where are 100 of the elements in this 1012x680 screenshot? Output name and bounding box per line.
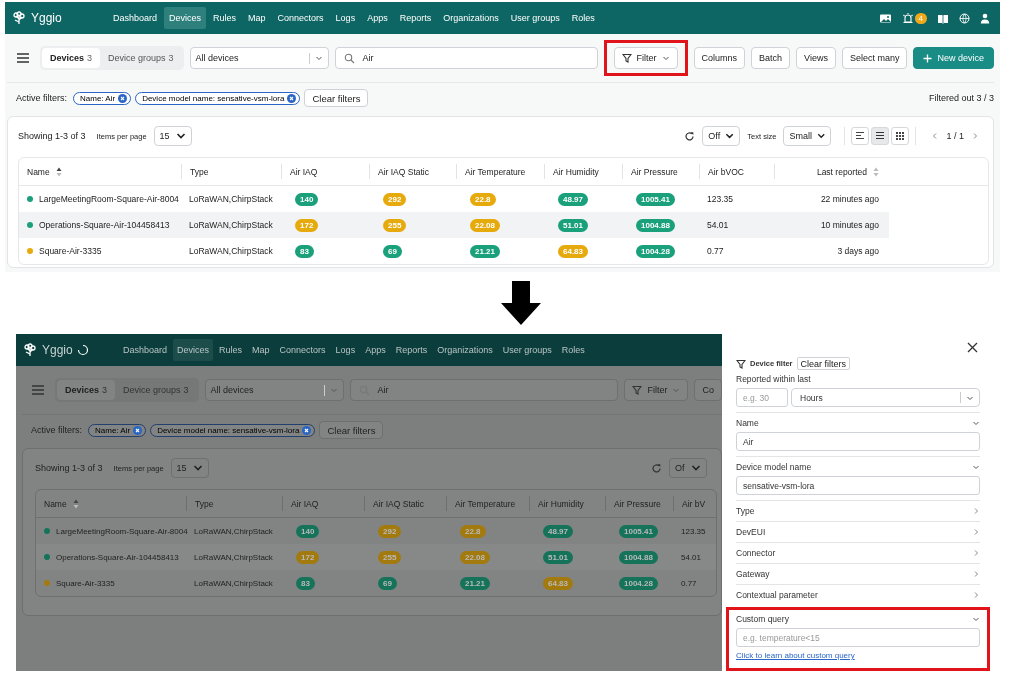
- clear-filters-button[interactable]: Clear filters: [796, 357, 851, 371]
- nav-link[interactable]: Reports: [394, 7, 437, 29]
- table-cell: LargeMeetingRoom-Square-Air-8004: [56, 526, 188, 536]
- nav-link[interactable]: Apps: [362, 7, 393, 29]
- table-row[interactable]: Operations-Square-Air-104458413 LoRaWAN,ChirpStack 172 255 22.08 51.01 1004.88 54.01 10 minutes ago: [19, 212, 889, 238]
- nav-link[interactable]: Dashboard: [119, 339, 172, 361]
- value-badge: 255: [383, 218, 407, 232]
- nav-link[interactable]: Roles: [566, 7, 600, 29]
- toolbar-button[interactable]: Columns: [693, 47, 746, 69]
- items-per-page-select[interactable]: 15: [153, 126, 192, 146]
- nav-link[interactable]: User groups: [498, 339, 556, 361]
- nav-link[interactable]: Organizations: [438, 7, 504, 29]
- items-per-page-select[interactable]: 15: [170, 458, 209, 478]
- table-row[interactable]: LargeMeetingRoom-Square-Air-8004 LoRaWAN,ChirpStack 140 292 22.8 48.97 1005.41 123.35: [36, 518, 716, 544]
- table-cell: 123.35: [707, 194, 733, 204]
- auto-refresh-select[interactable]: Off: [702, 126, 741, 146]
- column-header[interactable]: Air Humidity: [553, 166, 599, 177]
- nav-link[interactable]: Map: [243, 7, 271, 29]
- nav-link[interactable]: Dashboard: [108, 7, 163, 29]
- device-scope-select[interactable]: All devices: [204, 379, 344, 401]
- value-badge: 1005.41: [636, 192, 675, 206]
- table-cell: Operations-Square-Air-104458413: [39, 220, 170, 230]
- help-link[interactable]: Click to learn about custom query: [736, 651, 855, 660]
- column-header[interactable]: Air IAQ: [291, 498, 319, 509]
- value-badge: 292: [378, 524, 402, 538]
- table-row[interactable]: Square-Air-3335 LoRaWAN,ChirpStack 83 69 21.21 64.83 1004.28 0.77: [36, 570, 716, 596]
- field-label: Custom query: [736, 613, 789, 624]
- nav-link[interactable]: Roles: [557, 339, 589, 361]
- column-header[interactable]: Type: [195, 498, 214, 509]
- value-badge: 51.01: [543, 550, 574, 564]
- filter-button[interactable]: Filter: [624, 379, 689, 401]
- nav-link[interactable]: Rules: [208, 7, 242, 29]
- search-field[interactable]: Air: [334, 47, 598, 69]
- field-label: Device model name: [736, 461, 812, 472]
- text-field[interactable]: sensative-vsm-lora: [736, 476, 980, 495]
- filter-chip[interactable]: Device model name: sensative-vsm-lora: [150, 423, 316, 437]
- column-header[interactable]: Name: [44, 498, 67, 509]
- nav-link[interactable]: Connectors: [272, 7, 329, 29]
- field-label: Type: [736, 505, 755, 516]
- table-row[interactable]: LargeMeetingRoom-Square-Air-8004 LoRaWAN,ChirpStack 140 292 22.8 48.97 1005.41 123.35 22 minutes ago: [19, 186, 889, 212]
- value-badge: 64.83: [543, 576, 574, 590]
- device-scope-select[interactable]: All devices: [189, 47, 329, 69]
- column-header[interactable]: Air Temperature: [465, 166, 526, 177]
- auto-refresh-select[interactable]: Of: [669, 458, 707, 478]
- page-indicator: 1 / 1: [946, 131, 964, 141]
- alert-count-badge: 4: [914, 12, 927, 24]
- table-cell: LoRaWAN,ChirpStack: [189, 220, 273, 230]
- table-cell: 0.77: [707, 246, 724, 256]
- text-size-select[interactable]: Small: [783, 126, 832, 146]
- toolbar-button[interactable]: Co: [694, 379, 722, 401]
- unit-select[interactable]: Hours: [791, 388, 980, 407]
- table-cell: Square-Air-3335: [39, 246, 102, 256]
- nav-link[interactable]: Devices: [164, 7, 207, 29]
- view-tab[interactable]: Devices 3: [42, 48, 101, 68]
- nav-link[interactable]: Connectors: [275, 339, 330, 361]
- nav-link[interactable]: Logs: [330, 7, 361, 29]
- table-cell: LoRaWAN,ChirpStack: [189, 246, 273, 256]
- column-header[interactable]: Air IAQ: [290, 166, 318, 177]
- new-device-button[interactable]: New device: [913, 47, 994, 69]
- column-header[interactable]: Air bV: [682, 498, 706, 509]
- value-badge: 1004.88: [636, 218, 675, 232]
- nav-link[interactable]: Rules: [215, 339, 247, 361]
- column-header[interactable]: Name: [27, 166, 50, 177]
- table-row[interactable]: Operations-Square-Air-104458413 LoRaWAN,ChirpStack 172 255 22.08 51.01 1004.88 54.01: [36, 544, 716, 570]
- filter-chip[interactable]: Name: Air: [73, 91, 132, 105]
- toolbar-button[interactable]: Views: [796, 47, 836, 69]
- column-header[interactable]: Air Humidity: [538, 498, 584, 509]
- value-badge: 83: [295, 244, 314, 258]
- filter-button[interactable]: Filter: [613, 47, 678, 69]
- value-badge: 83: [296, 576, 315, 590]
- nav-link[interactable]: Map: [248, 339, 274, 361]
- view-tab[interactable]: Device groups 3: [100, 48, 182, 68]
- nav-link[interactable]: Reports: [391, 339, 432, 361]
- nav-link[interactable]: Logs: [331, 339, 360, 361]
- column-header[interactable]: Air Pressure: [631, 166, 678, 177]
- value-badge: 1004.28: [619, 576, 658, 590]
- column-header[interactable]: Air bVOC: [708, 166, 744, 177]
- column-header[interactable]: Air Pressure: [614, 498, 661, 509]
- table-row[interactable]: Square-Air-3335 LoRaWAN,ChirpStack 83 69 21.21 64.83 1004.28 0.77 3 days ago: [19, 238, 889, 264]
- filter-chip[interactable]: Device model name: sensative-vsm-lora: [135, 91, 301, 105]
- field-label: Reported within last: [736, 373, 811, 384]
- filter-chip[interactable]: Name: Air: [88, 423, 147, 437]
- column-header[interactable]: Last reported: [816, 166, 867, 177]
- nav-link[interactable]: Apps: [361, 339, 390, 361]
- column-header[interactable]: Type: [190, 166, 209, 177]
- nav-link[interactable]: Organizations: [433, 339, 497, 361]
- text-field[interactable]: Air: [736, 432, 980, 451]
- view-tab[interactable]: Devices 3: [57, 380, 116, 400]
- nav-link[interactable]: Devices: [173, 339, 214, 361]
- column-header[interactable]: Air IAQ Static: [373, 498, 424, 509]
- clear-filters-button[interactable]: Clear filters: [304, 89, 369, 107]
- value-badge: 172: [296, 550, 320, 564]
- toolbar-button[interactable]: Select many: [841, 47, 908, 69]
- clear-filters-button[interactable]: Clear filters: [319, 421, 384, 439]
- column-header[interactable]: Air IAQ Static: [378, 166, 429, 177]
- search-field[interactable]: Air: [349, 379, 619, 401]
- column-header[interactable]: Air Temperature: [455, 498, 516, 509]
- toolbar-button[interactable]: Batch: [751, 47, 791, 69]
- nav-link[interactable]: User groups: [505, 7, 565, 29]
- value-badge: 22.8: [470, 192, 496, 206]
